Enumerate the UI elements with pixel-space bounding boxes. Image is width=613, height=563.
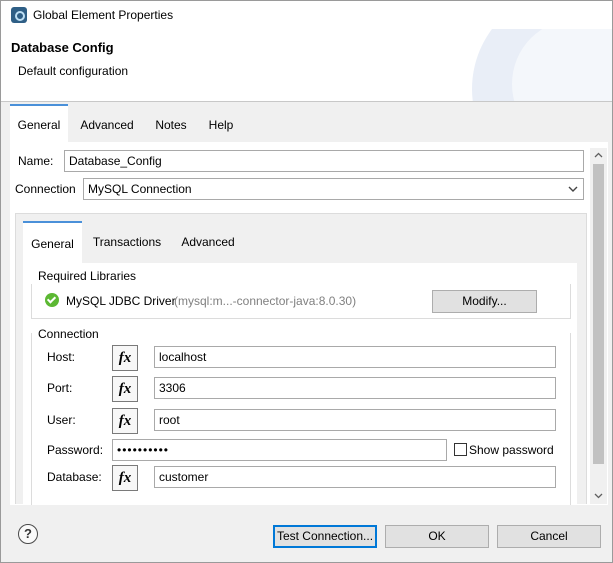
header-separator xyxy=(1,101,612,102)
show-password-label: Show password xyxy=(469,443,554,457)
tab-help[interactable]: Help xyxy=(199,106,243,144)
inner-tab-transactions[interactable]: Transactions xyxy=(84,223,170,261)
connection-select-value: MySQL Connection xyxy=(88,182,192,196)
port-label: Port: xyxy=(47,381,73,395)
connection-label: Connection xyxy=(15,182,76,196)
ok-button[interactable]: OK xyxy=(385,525,489,548)
dialog-heading: Database Config xyxy=(11,40,114,55)
driver-detail: (mysql:m...-connector-java:8.0.30) xyxy=(174,294,357,308)
host-input[interactable]: localhost xyxy=(154,346,556,368)
inner-tab-general-label: General xyxy=(31,237,74,251)
database-input[interactable]: customer xyxy=(154,466,556,488)
tab-advanced-label: Advanced xyxy=(80,118,134,132)
driver-name: MySQL JDBC Driver xyxy=(66,294,176,308)
test-connection-button[interactable]: Test Connection... xyxy=(273,525,377,548)
tab-help-label: Help xyxy=(208,118,234,132)
name-input[interactable]: Database_Config xyxy=(64,150,584,172)
tab-advanced[interactable]: Advanced xyxy=(71,106,143,144)
password-label: Password: xyxy=(47,443,104,457)
tab-general[interactable]: General xyxy=(10,104,68,142)
dialog-header: Database Config Default configuration xyxy=(1,29,612,101)
scroll-up-arrow-icon[interactable] xyxy=(594,151,603,160)
tab-notes[interactable]: Notes xyxy=(147,106,195,144)
required-libraries-title: Required Libraries xyxy=(38,269,137,283)
chevron-down-icon xyxy=(568,186,578,192)
host-expression-button[interactable]: fx xyxy=(112,345,138,371)
app-icon xyxy=(11,7,27,23)
check-circle-icon xyxy=(45,293,59,307)
database-expression-button[interactable]: fx xyxy=(112,465,138,491)
user-label: User: xyxy=(47,413,76,427)
title-bar: Global Element Properties xyxy=(1,1,612,29)
scrollbar-thumb[interactable] xyxy=(593,164,604,464)
connection-select[interactable]: MySQL Connection xyxy=(83,178,584,200)
tab-notes-label: Notes xyxy=(155,118,187,132)
user-expression-button[interactable]: fx xyxy=(112,408,138,434)
scroll-down-arrow-icon[interactable] xyxy=(594,491,603,500)
port-expression-button[interactable]: fx xyxy=(112,376,138,402)
inner-tab-advanced-label: Advanced xyxy=(181,235,235,249)
show-password-checkbox[interactable] xyxy=(454,443,467,456)
window-title: Global Element Properties xyxy=(33,8,174,22)
tab-general-label: General xyxy=(17,118,61,132)
inner-tab-general[interactable]: General xyxy=(23,221,82,263)
name-label: Name: xyxy=(18,154,54,168)
dialog-window: Global Element Properties Database Confi… xyxy=(0,0,613,563)
inner-tab-transactions-label: Transactions xyxy=(92,235,162,249)
vertical-scrollbar[interactable] xyxy=(590,148,607,504)
database-label: Database: xyxy=(47,470,102,484)
cancel-button[interactable]: Cancel xyxy=(497,525,601,548)
dialog-subheading: Default configuration xyxy=(18,64,129,78)
help-icon[interactable]: ? xyxy=(18,524,38,544)
host-label: Host: xyxy=(47,350,76,364)
modify-button[interactable]: Modify... xyxy=(432,290,537,313)
password-input[interactable]: •••••••••• xyxy=(112,439,447,461)
inner-tab-advanced[interactable]: Advanced xyxy=(172,223,244,261)
port-input[interactable]: 3306 xyxy=(154,377,556,399)
user-input[interactable]: root xyxy=(154,409,556,431)
